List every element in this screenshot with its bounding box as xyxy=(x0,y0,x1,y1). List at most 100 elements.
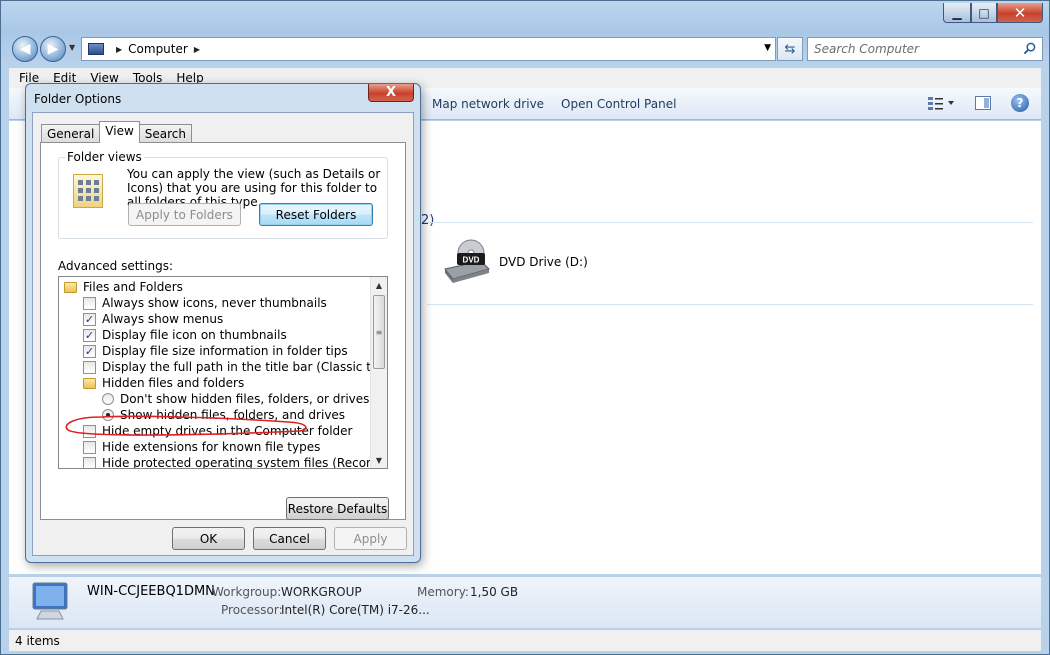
dvd-drive-item[interactable]: DVD DVD Drive (D:) xyxy=(441,239,588,285)
list-item[interactable]: ✓ Always show menus xyxy=(83,311,223,327)
folder-options-dialog: Folder Options X General View Search Fol… xyxy=(25,83,421,563)
tree-label[interactable]: Hide empty drives in the Computer folder xyxy=(102,424,352,438)
tree-label[interactable]: Display the full path in the title bar (… xyxy=(102,360,387,374)
vertical-scrollbar[interactable]: ▲ ≡ ▼ xyxy=(370,277,387,468)
window-controls: ▁ □ ✕ xyxy=(943,3,1043,23)
list-item[interactable]: Hide empty drives in the Computer folder xyxy=(83,423,352,439)
checkbox-checked[interactable]: ✓ xyxy=(83,328,96,342)
tab-strip: General View Search xyxy=(41,121,193,143)
workgroup-label: Workgroup: xyxy=(212,585,282,599)
recent-pages-chevron-down-icon[interactable]: ▼ xyxy=(69,43,75,52)
computer-icon xyxy=(32,582,68,620)
address-bar[interactable]: ▶ Computer ▶ ▼ xyxy=(81,37,776,61)
dialog-body: General View Search Folder views You can… xyxy=(32,112,414,556)
search-input[interactable]: Search Computer xyxy=(807,37,1043,61)
open-control-panel-button[interactable]: Open Control Panel xyxy=(561,97,676,111)
radio-button[interactable] xyxy=(102,393,114,405)
maximize-button[interactable]: □ xyxy=(971,3,997,23)
arrow-right-icon: ▶ xyxy=(47,41,59,57)
memory-value: 1,50 GB xyxy=(470,585,519,599)
checkbox[interactable] xyxy=(83,296,96,310)
checkbox-checked[interactable]: ✓ xyxy=(83,312,96,326)
close-button[interactable]: ✕ xyxy=(997,3,1043,23)
tree-label[interactable]: Hide extensions for known file types xyxy=(102,440,320,454)
dvd-drive-icon: DVD xyxy=(444,239,490,283)
list-item[interactable]: Display the full path in the title bar (… xyxy=(83,359,387,375)
list-item: Files and Folders xyxy=(64,279,183,295)
divider xyxy=(427,222,1033,223)
refresh-button[interactable]: ⇆ xyxy=(777,37,803,61)
tree-label[interactable]: Don't show hidden files, folders, or dri… xyxy=(120,392,369,406)
apply-button[interactable]: Apply xyxy=(334,527,407,550)
dialog-close-button[interactable]: X xyxy=(368,84,414,102)
change-view-icon[interactable] xyxy=(927,96,955,110)
breadcrumb-computer[interactable]: Computer xyxy=(128,42,188,56)
divider xyxy=(427,304,1033,305)
tab-general[interactable]: General xyxy=(41,124,101,143)
search-placeholder: Search Computer xyxy=(814,42,919,56)
list-item[interactable]: Don't show hidden files, folders, or dri… xyxy=(102,391,369,407)
checkbox-checked[interactable]: ✓ xyxy=(83,344,96,358)
forward-button[interactable]: ▶ xyxy=(40,36,66,62)
advanced-settings-label: Advanced settings: xyxy=(58,259,173,273)
search-icon[interactable] xyxy=(1023,42,1036,55)
chevron-down-icon[interactable]: ▼ xyxy=(764,43,771,53)
scroll-thumb[interactable]: ≡ xyxy=(373,295,385,369)
restore-defaults-button[interactable]: Restore Defaults xyxy=(286,497,389,520)
view-controls: ? xyxy=(927,94,1029,112)
radio-button-selected[interactable] xyxy=(102,409,114,421)
checkbox[interactable] xyxy=(83,456,96,468)
workgroup-value: WORKGROUP xyxy=(281,585,362,599)
navigation-bar: ◀ ▶ ▼ ▶ Computer ▶ ▼ ⇆ Search Computer xyxy=(9,35,1043,63)
arrow-left-icon: ◀ xyxy=(19,41,31,57)
help-icon[interactable]: ? xyxy=(1011,94,1029,112)
dialog-title: Folder Options xyxy=(34,92,122,106)
folder-icon xyxy=(83,377,96,389)
processor-value: Intel(R) Core(TM) i7-26... xyxy=(281,603,430,617)
list-item[interactable]: Always show icons, never thumbnails xyxy=(83,295,327,311)
processor-label: Processor: xyxy=(221,603,283,617)
tab-view[interactable]: View xyxy=(99,121,140,143)
ok-button[interactable]: OK xyxy=(172,527,245,550)
minimize-button[interactable]: ▁ xyxy=(943,3,971,23)
tab-search[interactable]: Search xyxy=(138,124,193,143)
list-item[interactable]: Show hidden files, folders, and drives xyxy=(102,407,345,423)
tree-label[interactable]: Always show menus xyxy=(102,312,223,326)
list-item[interactable]: Hide extensions for known file types xyxy=(83,439,320,455)
breadcrumb-separator-icon[interactable]: ▶ xyxy=(194,45,200,54)
checkbox[interactable] xyxy=(83,440,96,454)
tree-label[interactable]: Show hidden files, folders, and drives xyxy=(120,408,345,422)
back-button[interactable]: ◀ xyxy=(12,36,38,62)
folder-views-icon xyxy=(73,174,103,208)
tree-label[interactable]: Always show icons, never thumbnails xyxy=(102,296,327,310)
details-pane: WIN-CCJEEBQ1DMN Workgroup: WORKGROUP Mem… xyxy=(9,576,1041,628)
view-tab-panel: Folder views You can apply the view (suc… xyxy=(40,142,406,520)
preview-pane-icon[interactable] xyxy=(975,96,991,110)
partial-group-label: 2) xyxy=(421,213,435,228)
folder-views-group: Folder views You can apply the view (suc… xyxy=(58,150,388,239)
computer-name: WIN-CCJEEBQ1DMN xyxy=(87,584,215,599)
list-item[interactable]: Hide protected operating system files (R… xyxy=(83,455,387,468)
memory-label: Memory: xyxy=(417,585,469,599)
apply-to-folders-button[interactable]: Apply to Folders xyxy=(128,203,241,226)
scroll-down-icon[interactable]: ▼ xyxy=(371,452,387,468)
tree-label[interactable]: Display file size information in folder … xyxy=(102,344,348,358)
refresh-icon: ⇆ xyxy=(784,41,796,57)
checkbox[interactable] xyxy=(83,424,96,438)
cancel-button[interactable]: Cancel xyxy=(253,527,326,550)
tree-label: Files and Folders xyxy=(83,280,183,294)
list-item[interactable]: ✓ Display file size information in folde… xyxy=(83,343,348,359)
reset-folders-button[interactable]: Reset Folders xyxy=(259,203,373,226)
tree-label[interactable]: Display file icon on thumbnails xyxy=(102,328,287,342)
advanced-settings-list[interactable]: Files and Folders Always show icons, nev… xyxy=(58,276,388,469)
folder-icon xyxy=(64,281,77,293)
scroll-up-icon[interactable]: ▲ xyxy=(371,277,387,293)
checkbox[interactable] xyxy=(83,360,96,374)
dvd-drive-label: DVD Drive (D:) xyxy=(499,255,588,269)
item-count: 4 items xyxy=(15,634,60,648)
breadcrumb-separator-icon[interactable]: ▶ xyxy=(116,45,122,54)
computer-icon xyxy=(88,43,104,55)
tree-label[interactable]: Hide protected operating system files (R… xyxy=(102,456,387,468)
map-network-drive-button[interactable]: Map network drive xyxy=(432,97,544,111)
list-item[interactable]: ✓ Display file icon on thumbnails xyxy=(83,327,287,343)
